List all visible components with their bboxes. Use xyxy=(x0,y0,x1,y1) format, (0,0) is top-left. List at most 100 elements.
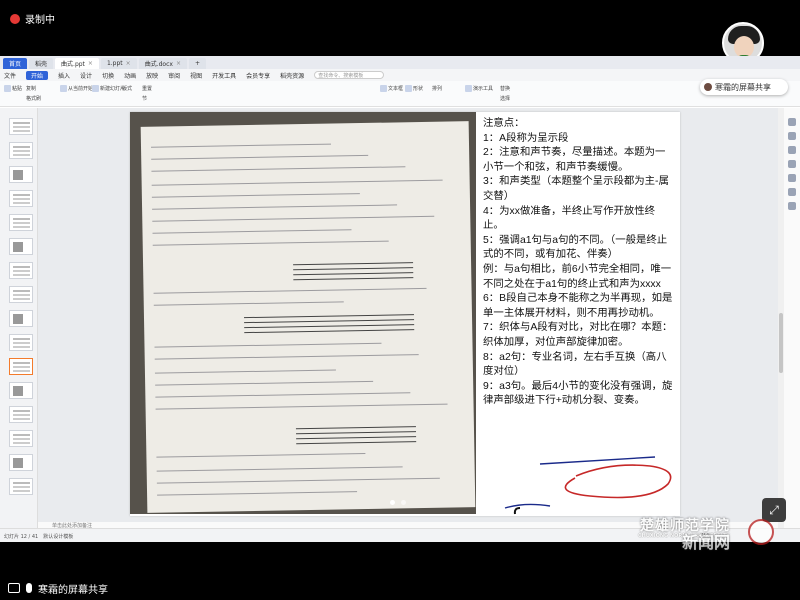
note-line: 7：织体与A段有对比，对比在哪？本题：织体加厚，对位声部旋律加密。 xyxy=(483,322,673,348)
handwriting-line xyxy=(151,193,360,198)
slide-thumbnail[interactable] xyxy=(9,142,33,159)
tab-docer[interactable]: 稻壳 xyxy=(29,58,54,69)
share-icon[interactable] xyxy=(788,188,796,196)
slide-editing-canvas: 注意点： 1：A段称为呈示段 2：注意和声节奏，尽量描述。本题为一小节一个和弦，和声… xyxy=(38,108,778,528)
handwriting-line xyxy=(155,403,448,410)
menu-start[interactable]: 开始 xyxy=(26,70,49,80)
tab-ppt-2[interactable]: 1.ppt × xyxy=(100,58,137,69)
slide-thumbnail[interactable] xyxy=(9,358,33,375)
slide-thumbnail[interactable] xyxy=(9,406,33,423)
handwriting-line xyxy=(154,342,382,348)
shape-button[interactable]: 形状 xyxy=(405,85,423,92)
menu-bar: 文件 开始 插入 设计 切换 动画 放映 审阅 视图 开发工具 会员专享 稻壳资… xyxy=(0,69,800,81)
slide-thumbnail[interactable] xyxy=(9,286,33,303)
note-line: 6：B段自己本身不能称之为半再现，如是单一主体展开材料，则不用再抄动机。 xyxy=(483,293,673,319)
close-tab-icon[interactable]: × xyxy=(176,60,181,67)
note-line: 3：和声类型（本题整个呈示段都为主-属交替） xyxy=(483,176,669,202)
presenter-label: 寒霜的屏幕共享 xyxy=(38,584,108,596)
arrange-button[interactable]: 排列 xyxy=(432,85,442,92)
pen-cursor-mark xyxy=(513,507,521,515)
menu-member[interactable]: 会员专享 xyxy=(246,71,270,80)
menu-slideshow[interactable]: 放映 xyxy=(146,71,158,80)
tab-home[interactable]: 首页 xyxy=(3,58,28,69)
note-line: 5：强调a1句与a句的不同。（一般是终止式的不同，或有加花、伴奏） xyxy=(483,234,668,261)
reset-button[interactable]: 重置 xyxy=(142,85,152,92)
slide-thumbnail[interactable] xyxy=(9,310,33,327)
handwriting-line xyxy=(154,354,419,360)
slide-thumbnail[interactable] xyxy=(9,238,33,255)
animation-icon[interactable] xyxy=(788,160,796,168)
settings-icon[interactable] xyxy=(788,174,796,182)
mic-icon[interactable] xyxy=(26,583,32,593)
close-tab-icon[interactable]: × xyxy=(88,60,93,67)
note-line: 9：a3句。最后4小节的变化没有强调，旋律声部级进下行+动机分裂、变奏。 xyxy=(483,380,673,407)
meeting-bottom-bar: 寒霜的屏幕共享 xyxy=(0,576,800,600)
note-line: 1：A段称为呈示段 xyxy=(483,132,569,144)
record-dot-icon xyxy=(10,13,20,24)
close-tab-icon[interactable]: × xyxy=(126,60,131,67)
select-tool-icon[interactable] xyxy=(788,118,796,126)
menu-developer[interactable]: 开发工具 xyxy=(212,71,236,80)
slide-thumbnail[interactable] xyxy=(9,478,33,495)
current-slide[interactable]: 注意点： 1：A段称为呈示段 2：注意和声节奏，尽量描述。本题为一小节一个和弦，和声… xyxy=(130,112,680,516)
menu-animation[interactable]: 动画 xyxy=(124,71,136,80)
menu-file[interactable]: 文件 xyxy=(4,71,16,80)
help-icon[interactable] xyxy=(788,202,796,210)
command-search-input[interactable]: 查找命令、搜索模板 xyxy=(314,71,385,79)
strike-through-annotation xyxy=(539,456,656,465)
paste-button[interactable]: 粘贴 xyxy=(4,85,22,92)
layout-button[interactable]: 版式 xyxy=(122,85,132,92)
menu-view[interactable]: 视图 xyxy=(190,71,202,80)
screen-share-badge[interactable]: 寒霜的屏幕共享 xyxy=(700,79,788,95)
music-staff xyxy=(295,426,417,445)
slide-thumbnail[interactable] xyxy=(9,214,33,231)
recording-indicator[interactable]: 录制中 xyxy=(10,11,55,26)
slide-thumbnail[interactable] xyxy=(9,118,33,135)
format-painter-button[interactable]: 格式刷 xyxy=(26,95,41,102)
menu-transition[interactable]: 切换 xyxy=(102,71,114,80)
slide-thumbnail[interactable] xyxy=(9,334,33,351)
presentation-tools-button[interactable]: 演示工具 xyxy=(465,85,493,92)
slide-notes-text[interactable]: 注意点： 1：A段称为呈示段 2：注意和声节奏，尽量描述。本题为一小节一个和弦，和声… xyxy=(483,117,675,409)
recording-label: 录制中 xyxy=(25,15,55,26)
select-button[interactable]: 选择 xyxy=(500,95,510,102)
slide-thumbnail[interactable] xyxy=(9,166,33,183)
tab-current-ppt[interactable]: 曲式.ppt × xyxy=(55,58,99,69)
handwriting-line xyxy=(153,287,427,294)
screen-share-icon[interactable] xyxy=(8,583,20,593)
handwriting-line xyxy=(156,453,366,458)
handwritten-score-photo[interactable] xyxy=(130,112,476,514)
textbox-button[interactable]: 文本框 xyxy=(380,85,403,92)
slide-thumbnail[interactable] xyxy=(9,382,33,399)
play-from-current-button[interactable]: 从当前开始 xyxy=(60,85,93,92)
presentation-app: 首页 稻壳 曲式.ppt × 1.ppt × 曲式.docx × + 文件 开始 插入… xyxy=(0,56,800,542)
document-tabs: 首页 稻壳 曲式.ppt × 1.ppt × 曲式.docx × + xyxy=(0,56,800,69)
shape-tool-icon[interactable] xyxy=(788,132,796,140)
slide-thumbnail[interactable] xyxy=(9,430,33,447)
menu-design[interactable]: 设计 xyxy=(80,71,92,80)
slide-thumbnail[interactable] xyxy=(9,262,33,279)
tab-docx[interactable]: 曲式.docx × xyxy=(138,58,187,69)
copy-button[interactable]: 复制 xyxy=(26,85,36,92)
new-slide-button[interactable]: 新建幻灯片 xyxy=(92,85,125,92)
slide-thumbnail[interactable] xyxy=(9,454,33,471)
replace-button[interactable]: 替换 xyxy=(500,85,510,92)
music-staff xyxy=(243,314,415,334)
style-icon[interactable] xyxy=(788,146,796,154)
section-button[interactable]: 节 xyxy=(142,95,147,102)
menu-review[interactable]: 审阅 xyxy=(168,71,180,80)
handwriting-line xyxy=(155,392,411,398)
slide-thumbnail-pane xyxy=(0,108,38,528)
handwriting-line xyxy=(152,229,352,234)
menu-insert[interactable]: 插入 xyxy=(58,71,70,80)
handwriting-line xyxy=(151,179,443,186)
handwriting-line xyxy=(151,143,331,148)
slide-thumbnail[interactable] xyxy=(9,190,33,207)
music-staff xyxy=(293,262,414,281)
menu-docer[interactable]: 稻壳资源 xyxy=(280,71,304,80)
underline-annotation xyxy=(504,503,551,509)
handwriting-line xyxy=(155,380,374,386)
image-carousel-dots xyxy=(390,500,406,505)
presenter-avatar-small xyxy=(704,83,712,91)
new-tab-button[interactable]: + xyxy=(188,58,206,69)
